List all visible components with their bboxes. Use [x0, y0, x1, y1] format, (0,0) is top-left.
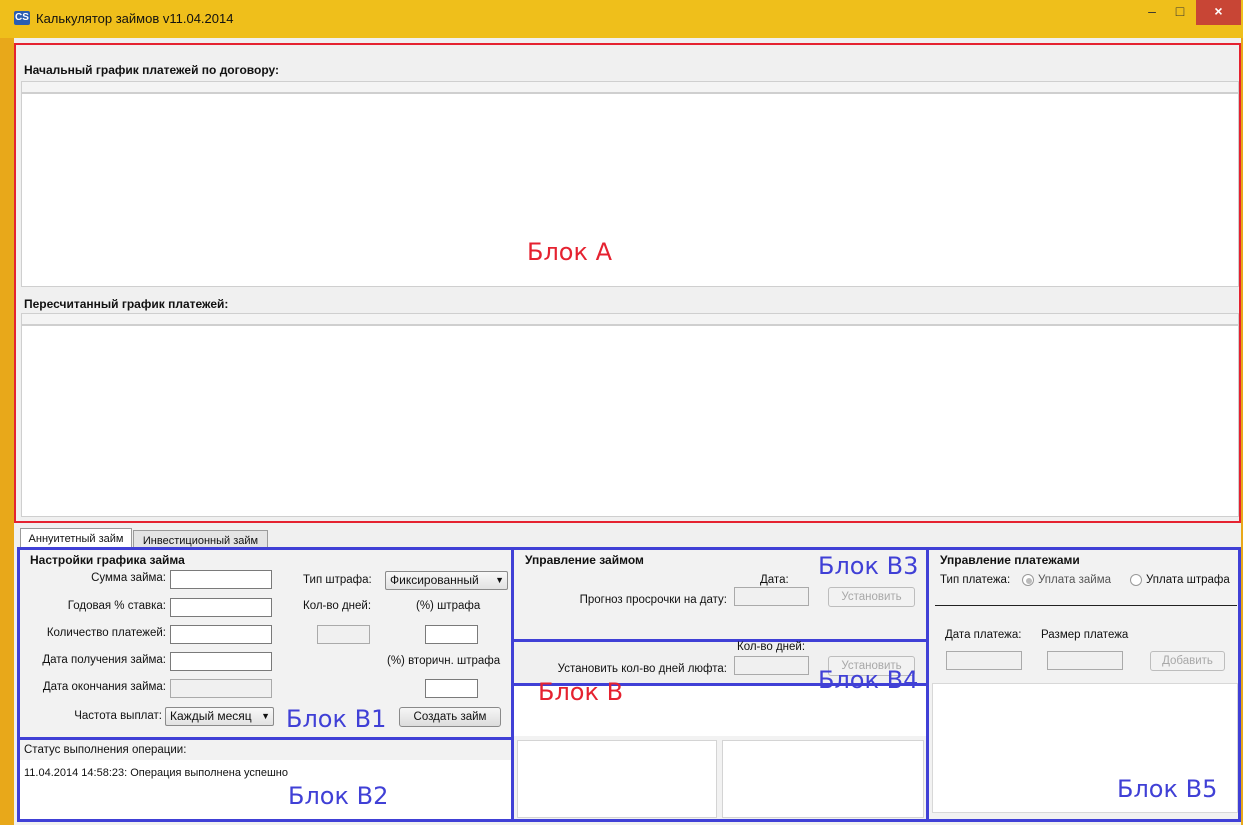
end-date-label: Дата окончания займа: [42, 681, 166, 693]
title-bar: CS Калькулятор займов v11.04.2014 – □ × [0, 0, 1243, 38]
frequency-select[interactable]: Каждый месяц ▼ [165, 707, 274, 726]
payment-date-field [946, 651, 1022, 670]
penalty-percent-label: (%) штрафа [416, 600, 481, 612]
forecast-date-field [734, 587, 809, 606]
days-count-label: Кол-во дней: [303, 600, 372, 612]
block-b4-annotation: Блок В4 [818, 666, 919, 694]
initial-schedule-grid[interactable] [21, 93, 1239, 287]
app-icon: CS [14, 11, 30, 25]
penalty-payment-option-label: Уплата штрафа [1146, 574, 1230, 586]
block-b1-annotation: Блок В1 [286, 705, 387, 733]
close-button[interactable]: × [1196, 0, 1241, 25]
set-forecast-button[interactable]: Установить [828, 587, 915, 607]
payments-count-label: Количество платежей: [46, 627, 166, 639]
minimize-button[interactable]: – [1138, 0, 1166, 25]
recalculated-schedule-grid-header[interactable] [21, 313, 1239, 325]
block-b-annotation: Блок В [538, 678, 624, 706]
radio-loan-payment[interactable] [1022, 574, 1034, 586]
block-a-annotation: Блок А [527, 238, 613, 266]
add-payment-button[interactable]: Добавить [1150, 651, 1225, 671]
loan-amount-label: Сумма займа: [91, 572, 166, 584]
days-count-field [317, 625, 370, 644]
receive-date-input[interactable] [170, 652, 272, 671]
initial-schedule-grid-header[interactable] [21, 81, 1239, 93]
annual-rate-label: Годовая % ставка: [67, 600, 166, 612]
payments-count-input[interactable] [170, 625, 272, 644]
status-message: 11.04.2014 14:58:23: Операция выполнена … [24, 767, 288, 779]
chevron-down-icon: ▼ [261, 711, 270, 721]
payment-type-label: Тип платежа: [940, 574, 1011, 586]
maximize-button[interactable]: □ [1166, 0, 1194, 25]
radio-penalty-payment[interactable] [1130, 574, 1142, 586]
block-b2-annotation: Блок В2 [288, 782, 389, 810]
days-label: Кол-во дней: [737, 641, 806, 653]
recalculated-schedule-label: Пересчитанный график платежей: [24, 297, 229, 311]
grace-days-field [734, 656, 809, 675]
forecast-label: Прогноз просрочки на дату: [579, 594, 727, 606]
loan-payment-option-label: Уплата займа [1038, 574, 1111, 586]
loan-management-title: Управление займом [525, 553, 644, 567]
end-date-field [170, 679, 272, 698]
block-b3-annotation: Блок В3 [818, 552, 919, 580]
window-title: Калькулятор займов v11.04.2014 [36, 11, 234, 26]
block-b5-annotation: Блок В5 [1117, 775, 1218, 803]
frequency-label: Частота выплат: [74, 710, 162, 722]
block-b-left-pane [517, 740, 717, 818]
initial-schedule-label: Начальный график платежей по договору: [24, 63, 280, 77]
frequency-select-value: Каждый месяц [170, 709, 252, 723]
receive-date-label: Дата получения займа: [42, 654, 166, 666]
penalty-type-select[interactable]: Фиксированный ▼ [385, 571, 508, 590]
loan-settings-title: Настройки графика займа [30, 553, 185, 567]
penalty-type-label: Тип штрафа: [303, 574, 372, 586]
annual-rate-input[interactable] [170, 598, 272, 617]
chevron-down-icon: ▼ [495, 575, 504, 585]
secondary-penalty-label: (%) вторичн. штрафа [387, 655, 501, 667]
payment-date-label: Дата платежа: [945, 629, 1022, 641]
create-loan-button[interactable]: Создать займ [399, 707, 501, 727]
payment-amount-label: Размер платежа [1041, 629, 1129, 641]
block-b-right-pane [722, 740, 924, 818]
status-header: Статус выполнения операции: [24, 744, 187, 756]
payment-amount-field [1047, 651, 1123, 670]
date-label: Дата: [760, 574, 789, 586]
divider [935, 605, 1237, 606]
secondary-penalty-input[interactable] [425, 679, 478, 698]
grace-days-label: Установить кол-во дней люфта: [557, 663, 727, 675]
recalculated-schedule-grid[interactable] [21, 325, 1239, 517]
penalty-percent-input[interactable] [425, 625, 478, 644]
loan-amount-input[interactable] [170, 570, 272, 589]
penalty-type-select-value: Фиксированный [390, 573, 479, 587]
payment-management-title: Управление платежами [940, 553, 1080, 567]
